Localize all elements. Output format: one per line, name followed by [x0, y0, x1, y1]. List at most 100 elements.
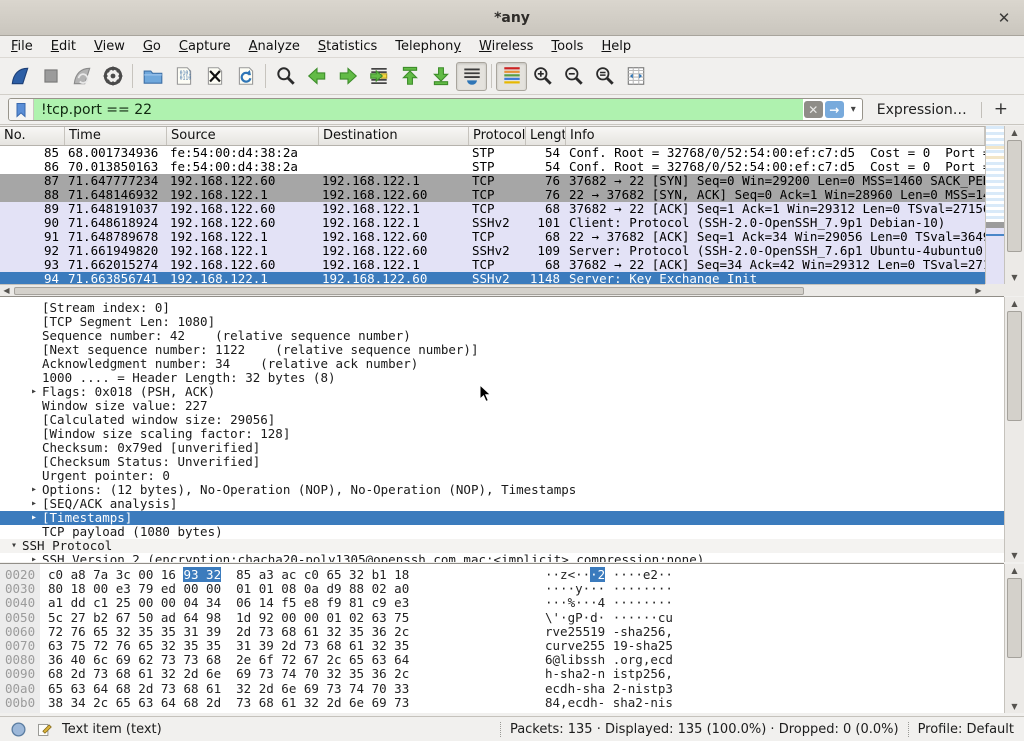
hex-row[interactable]: 007063 75 72 76 65 32 35 35 31 39 2d 73 …: [0, 639, 1004, 653]
detail-line[interactable]: ▾SSH Protocol: [0, 539, 1004, 553]
column-header-info[interactable]: Info: [566, 127, 985, 145]
expand-icon[interactable]: ▸: [26, 483, 42, 497]
status-profile[interactable]: Profile: Default: [918, 722, 1014, 737]
filter-apply-button[interactable]: →: [825, 101, 844, 118]
zoom-original-button[interactable]: [589, 62, 620, 91]
detail-line[interactable]: ▸Options: (12 bytes), No-Operation (NOP)…: [0, 483, 1004, 497]
colorize-button[interactable]: [496, 62, 527, 91]
hex-row[interactable]: 0020c0 a8 7a 3c 00 16 93 32 85 a3 ac c0 …: [0, 568, 1004, 582]
go-to-packet-button[interactable]: [363, 62, 394, 91]
scroll-down-icon[interactable]: ▼: [1005, 700, 1024, 713]
packet-list-minimap[interactable]: [985, 126, 1004, 284]
expert-info-icon[interactable]: [10, 721, 27, 738]
hex-row[interactable]: 00b038 34 2c 65 63 64 68 2d 73 68 61 32 …: [0, 696, 1004, 710]
detail-line[interactable]: [TCP Segment Len: 1080]: [0, 315, 1004, 329]
packet-row[interactable]: 8670.013850163fe:54:00:d4:38:2aSTP54Conf…: [0, 160, 985, 174]
column-header-time[interactable]: Time: [65, 127, 167, 145]
menu-wireless[interactable]: Wireless: [470, 37, 542, 56]
column-header-no[interactable]: No.: [0, 127, 65, 145]
detail-line[interactable]: [Window size scaling factor: 128]: [0, 427, 1004, 441]
detail-line[interactable]: 1000 .... = Header Length: 32 bytes (8): [0, 371, 1004, 385]
hex-row[interactable]: 006072 76 65 32 35 35 31 39 2d 73 68 61 …: [0, 625, 1004, 639]
detail-line[interactable]: ▸[Timestamps]: [0, 511, 1004, 525]
scroll-thumb[interactable]: [1007, 578, 1022, 658]
hex-row[interactable]: 009068 2d 73 68 61 32 2d 6e 69 73 74 70 …: [0, 667, 1004, 681]
auto-scroll-button[interactable]: [456, 62, 487, 91]
packet-row[interactable]: 9471.663856741192.168.122.1192.168.122.6…: [0, 272, 985, 284]
start-capture-button[interactable]: [4, 62, 35, 91]
column-header-protocol[interactable]: Protocol: [469, 127, 526, 145]
hex-row[interactable]: 003080 18 00 e3 79 ed 00 00 01 01 08 0a …: [0, 582, 1004, 596]
detail-line[interactable]: Checksum: 0x79ed [unverified]: [0, 441, 1004, 455]
filter-clear-button[interactable]: ✕: [804, 101, 823, 118]
expand-icon[interactable]: ▸: [26, 385, 42, 399]
packet-row[interactable]: 8871.648146932192.168.122.1192.168.122.6…: [0, 188, 985, 202]
detail-line[interactable]: ▸SSH Version 2 (encryption:chacha20-poly…: [0, 553, 1004, 562]
scroll-up-icon[interactable]: ▲: [1005, 126, 1024, 139]
close-icon[interactable]: ✕: [994, 8, 1014, 28]
menu-view[interactable]: View: [85, 37, 134, 56]
go-last-button[interactable]: [425, 62, 456, 91]
find-packet-button[interactable]: [270, 62, 301, 91]
detail-line[interactable]: TCP payload (1080 bytes): [0, 525, 1004, 539]
display-filter-input[interactable]: !tcp.port == 22: [34, 99, 803, 120]
resize-columns-button[interactable]: [620, 62, 651, 91]
detail-line[interactable]: [Checksum Status: Unverified]: [0, 455, 1004, 469]
hex-vscrollbar[interactable]: ▲ ▼: [1004, 564, 1024, 713]
detail-line[interactable]: [Next sequence number: 1122 (relative se…: [0, 343, 1004, 357]
scroll-thumb[interactable]: [1007, 140, 1022, 252]
zoom-out-button[interactable]: [558, 62, 589, 91]
packet-row[interactable]: 8568.001734936fe:54:00:d4:38:2aSTP54Conf…: [0, 146, 985, 160]
zoom-in-button[interactable]: [527, 62, 558, 91]
menu-file[interactable]: File: [2, 37, 42, 56]
expand-icon[interactable]: ▸: [26, 497, 42, 511]
detail-line[interactable]: Sequence number: 42 (relative sequence n…: [0, 329, 1004, 343]
menu-help[interactable]: Help: [592, 37, 640, 56]
go-first-button[interactable]: [394, 62, 425, 91]
detail-line[interactable]: [Stream index: 0]: [0, 301, 1004, 315]
hex-row[interactable]: 00a065 63 64 68 2d 73 68 61 32 2d 6e 69 …: [0, 682, 1004, 696]
detail-line[interactable]: [Calculated window size: 29056]: [0, 413, 1004, 427]
packet-row[interactable]: 8971.648191037192.168.122.60192.168.122.…: [0, 202, 985, 216]
menu-telephony[interactable]: Telephony: [386, 37, 470, 56]
detail-line[interactable]: Urgent pointer: 0: [0, 469, 1004, 483]
column-header-length[interactable]: Length: [526, 127, 566, 145]
packet-row[interactable]: 9371.662015274192.168.122.60192.168.122.…: [0, 258, 985, 272]
filter-history-dropdown[interactable]: ▾: [846, 101, 861, 118]
packet-list-hscrollbar[interactable]: ◀ ▶: [0, 284, 985, 296]
go-back-button[interactable]: [301, 62, 332, 91]
menu-capture[interactable]: Capture: [170, 37, 240, 56]
scroll-thumb[interactable]: [14, 287, 804, 295]
close-file-button[interactable]: [199, 62, 230, 91]
scroll-down-icon[interactable]: ▼: [1005, 271, 1024, 284]
menu-edit[interactable]: Edit: [42, 37, 85, 56]
detail-vscrollbar[interactable]: ▲ ▼: [1004, 297, 1024, 562]
go-forward-button[interactable]: [332, 62, 363, 91]
packet-row[interactable]: 9171.648789678192.168.122.1192.168.122.6…: [0, 230, 985, 244]
expand-icon[interactable]: ▸: [26, 511, 42, 525]
detail-line[interactable]: Acknowledgment number: 34 (relative ack …: [0, 357, 1004, 371]
open-file-button[interactable]: [137, 62, 168, 91]
detail-line[interactable]: ▸[SEQ/ACK analysis]: [0, 497, 1004, 511]
collapse-icon[interactable]: ▾: [6, 539, 22, 553]
save-file-button[interactable]: 01010110: [168, 62, 199, 91]
reload-file-button[interactable]: [230, 62, 261, 91]
restart-capture-button[interactable]: [66, 62, 97, 91]
scroll-thumb[interactable]: [1007, 311, 1022, 421]
stop-capture-button[interactable]: [35, 62, 66, 91]
column-header-source[interactable]: Source: [167, 127, 319, 145]
hex-row[interactable]: 00505c 27 b2 67 50 ad 64 98 1d 92 00 00 …: [0, 611, 1004, 625]
scroll-left-icon[interactable]: ◀: [0, 285, 13, 296]
detail-line[interactable]: ▸Flags: 0x018 (PSH, ACK): [0, 385, 1004, 399]
hex-row[interactable]: 008036 40 6c 69 62 73 73 68 2e 6f 72 67 …: [0, 653, 1004, 667]
packet-row[interactable]: 8771.647777234192.168.122.60192.168.122.…: [0, 174, 985, 188]
hex-row[interactable]: 0040a1 dd c1 25 00 00 04 34 06 14 f5 e8 …: [0, 596, 1004, 610]
add-filter-button[interactable]: +: [990, 99, 1016, 121]
expand-icon[interactable]: ▸: [26, 553, 42, 562]
filter-bookmark-button[interactable]: [9, 99, 34, 120]
menu-tools[interactable]: Tools: [542, 37, 592, 56]
column-header-destination[interactable]: Destination: [319, 127, 469, 145]
menu-analyze[interactable]: Analyze: [240, 37, 309, 56]
capture-options-button[interactable]: [97, 62, 128, 91]
scroll-right-icon[interactable]: ▶: [972, 285, 985, 296]
